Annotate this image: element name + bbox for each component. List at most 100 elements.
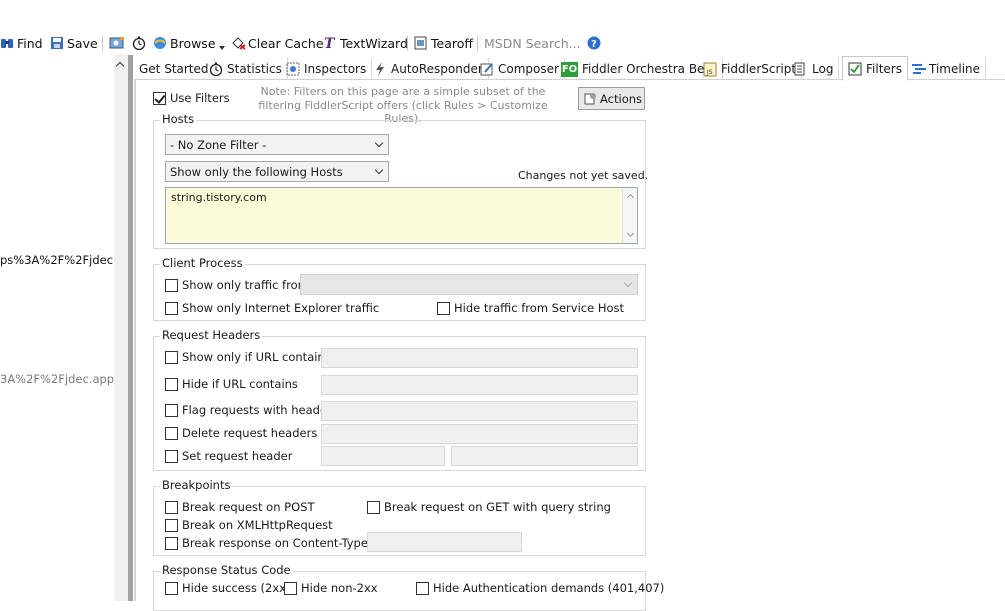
host-filter-value: Show only the following Hosts (170, 165, 343, 179)
tab-label: Statistics (227, 62, 282, 76)
set-header-label: Set request header (182, 449, 293, 463)
set-header-value-input[interactable] (451, 446, 638, 466)
show-if-url-checkbox[interactable] (165, 351, 178, 364)
help-icon: ? (587, 36, 601, 50)
break-get-query-label: Break request on GET with query string (384, 500, 611, 514)
use-filters-label: Use Filters (170, 91, 230, 105)
pane-splitter[interactable] (128, 55, 133, 601)
tab-log[interactable]: Log (789, 58, 840, 80)
tab-composer[interactable]: Composer (475, 58, 565, 80)
save-button[interactable]: Save (50, 34, 98, 52)
tab-label: AutoResponder (391, 62, 483, 76)
timer-icon (132, 36, 146, 51)
content-type-input[interactable] (367, 532, 522, 552)
use-filters-checkbox[interactable] (153, 92, 166, 105)
ie-only-label: Show only Internet Explorer traffic (182, 301, 380, 315)
checkbox-icon (848, 62, 862, 76)
scroll-up-icon[interactable] (115, 61, 125, 71)
break-xhr-checkbox[interactable] (165, 519, 178, 532)
screenshot-button[interactable] (109, 34, 124, 52)
zone-filter-value: - No Zone Filter - (170, 138, 267, 152)
tab-timeline[interactable]: Timeline (906, 58, 987, 80)
set-header-checkbox[interactable] (165, 450, 178, 463)
save-disk-icon (50, 36, 64, 50)
hide-non2xx-checkbox[interactable] (284, 582, 297, 595)
show-only-traffic-from-label: Show only traffic from (182, 278, 309, 292)
dropdown-arrow-icon (219, 46, 225, 50)
actions-button[interactable]: Actions (578, 87, 645, 110)
tab-label: Composer (498, 62, 559, 76)
break-get-query-checkbox[interactable] (367, 501, 380, 514)
inspector-tabs: Get Started Statistics Inspectors AutoRe… (134, 56, 1005, 81)
timer-icon (209, 62, 223, 77)
find-button[interactable]: Find (0, 34, 43, 52)
clear-cache-label: Clear Cache (248, 35, 324, 51)
tab-label: Filters (866, 61, 902, 76)
scroll-up-icon[interactable] (626, 193, 635, 202)
composer-icon (480, 62, 494, 76)
textwizard-icon: T (323, 36, 337, 52)
break-content-type-checkbox[interactable] (165, 537, 178, 550)
chevron-down-icon (374, 138, 384, 148)
show-if-url-label: Show only if URL contains (182, 350, 331, 364)
session-url-row[interactable]: 3A%2F%2Fjdec.app%2 (0, 372, 114, 386)
binoculars-icon (0, 36, 14, 50)
show-only-traffic-from-checkbox[interactable] (165, 279, 178, 292)
hide-auth-checkbox[interactable] (416, 582, 429, 595)
tab-autoresponder[interactable]: AutoResponder (368, 58, 489, 80)
textwizard-button[interactable]: T TextWizard (323, 34, 408, 53)
hide-non2xx-label: Hide non-2xx (301, 581, 378, 595)
chevron-down-icon (623, 278, 633, 288)
flag-headers-checkbox[interactable] (165, 404, 178, 417)
clear-cache-button[interactable]: Clear Cache (231, 34, 324, 52)
delete-headers-checkbox[interactable] (165, 427, 178, 440)
scroll-down-icon[interactable] (626, 229, 635, 238)
delete-headers-input[interactable] (321, 424, 638, 444)
svg-text:JS: JS (706, 69, 713, 76)
msdn-search-input[interactable]: MSDN Search... (484, 34, 581, 52)
hosts-textarea[interactable]: string.tistory.com (165, 187, 638, 244)
tab-inspectors[interactable]: Inspectors (281, 58, 373, 80)
tab-label: FiddlerScript (721, 62, 797, 76)
tab-label: Inspectors (304, 62, 367, 76)
clear-cache-icon (231, 36, 246, 50)
host-filter-select[interactable]: Show only the following Hosts (165, 161, 389, 182)
session-list[interactable]: ps%3A%2F%2Fjdec.ap 3A%2F%2Fjdec.app%2 (0, 55, 130, 601)
tab-get-started[interactable]: Get Started (134, 58, 215, 80)
breakpoints-group-title: Breakpoints (160, 478, 233, 492)
client-process-group-title: Client Process (160, 256, 245, 270)
ie-only-checkbox[interactable] (165, 302, 178, 315)
tab-label: Log (812, 62, 834, 76)
tab-statistics[interactable]: Statistics (204, 58, 288, 80)
browse-label: Browse (170, 35, 216, 51)
fo-icon: FO (561, 61, 578, 77)
show-if-url-input[interactable] (321, 348, 638, 368)
set-header-name-input[interactable] (321, 446, 445, 466)
help-button[interactable]: ? (587, 34, 601, 52)
hide-if-url-checkbox[interactable] (165, 378, 178, 391)
zone-filter-select[interactable]: - No Zone Filter - (165, 134, 389, 155)
browser-icon (153, 36, 167, 50)
break-post-checkbox[interactable] (165, 501, 178, 514)
toolbar-divider (407, 36, 408, 51)
request-headers-group-title: Request Headers (160, 328, 263, 342)
textarea-scrollbar[interactable] (622, 188, 637, 243)
chevron-down-icon (374, 165, 384, 175)
timer-button[interactable] (132, 34, 146, 52)
main-toolbar: Find Save Browse Clear Cache T TextWizar… (0, 31, 1005, 55)
flag-headers-input[interactable] (321, 401, 638, 421)
svg-text:T: T (324, 36, 336, 50)
tab-filters[interactable]: Filters (842, 56, 908, 81)
process-select[interactable] (300, 274, 638, 295)
session-url-row[interactable]: ps%3A%2F%2Fjdec.ap (0, 253, 114, 267)
session-list-scrollbar[interactable] (114, 55, 128, 601)
browse-button[interactable]: Browse (153, 34, 216, 52)
tab-fiddlerscript[interactable]: JS FiddlerScript (698, 58, 803, 80)
hide-if-url-input[interactable] (321, 375, 638, 395)
lightning-icon (373, 62, 387, 76)
hide-success-checkbox[interactable] (165, 582, 178, 595)
find-label: Find (17, 35, 43, 51)
browse-dropdown-button[interactable] (219, 39, 225, 57)
hide-service-host-checkbox[interactable] (437, 302, 450, 315)
tearoff-button[interactable]: Tearoff (414, 34, 473, 52)
